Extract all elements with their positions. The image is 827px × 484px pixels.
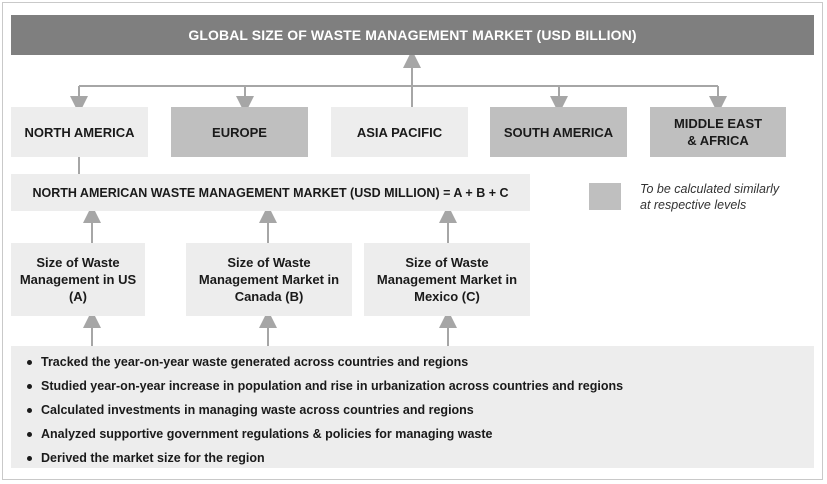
region-label-line2: & AFRICA — [687, 133, 749, 148]
country-label-line3: Canada (B) — [234, 289, 304, 304]
country-label-line1: Size of Waste — [405, 255, 489, 270]
bullet-item: Tracked the year-on-year waste generated… — [25, 350, 814, 374]
bullet-item: Studied year-on-year increase in populat… — [25, 374, 814, 398]
region-north-america: NORTH AMERICA — [11, 107, 148, 157]
bullet-item: Calculated investments in managing waste… — [25, 398, 814, 422]
country-label-line1: Size of Waste — [36, 255, 120, 270]
country-mexico: Size of Waste Management Market in Mexic… — [364, 243, 530, 316]
country-canada: Size of Waste Management Market in Canad… — [186, 243, 352, 316]
region-asia-pacific: ASIA PACIFIC — [331, 107, 468, 157]
country-label-line1: Size of Waste — [227, 255, 311, 270]
region-label: SOUTH AMERICA — [503, 124, 614, 140]
country-label-line3: Mexico (C) — [414, 289, 480, 304]
bullet-item: Analyzed supportive government regulatio… — [25, 422, 814, 446]
global-market-title: GLOBAL SIZE OF WASTE MANAGEMENT MARKET (… — [11, 15, 814, 55]
region-label: ASIA PACIFIC — [356, 124, 443, 140]
legend-line1: To be calculated similarly — [640, 182, 780, 196]
north-america-formula: NORTH AMERICAN WASTE MANAGEMENT MARKET (… — [11, 174, 530, 211]
legend-swatch — [589, 183, 621, 210]
legend-text: To be calculated similarly at respective… — [640, 181, 810, 213]
methodology-bullets: Tracked the year-on-year waste generated… — [11, 346, 814, 468]
region-label-line1: MIDDLE EAST — [673, 116, 763, 131]
region-label: NORTH AMERICA — [24, 124, 135, 140]
region-label: EUROPE — [212, 124, 267, 140]
bullet-item: Derived the market size for the region — [25, 446, 814, 470]
country-label-line2: Management in US (A) — [19, 272, 137, 304]
legend-line2: at respective levels — [640, 198, 747, 212]
region-middle-east-africa: MIDDLE EAST & AFRICA — [650, 107, 786, 157]
region-south-america: SOUTH AMERICA — [490, 107, 627, 157]
country-us: Size of Waste Management in US (A) — [11, 243, 145, 316]
country-label-line2: Management Market in — [198, 272, 340, 287]
country-label-line2: Management Market in — [376, 272, 518, 287]
region-europe: EUROPE — [171, 107, 308, 157]
